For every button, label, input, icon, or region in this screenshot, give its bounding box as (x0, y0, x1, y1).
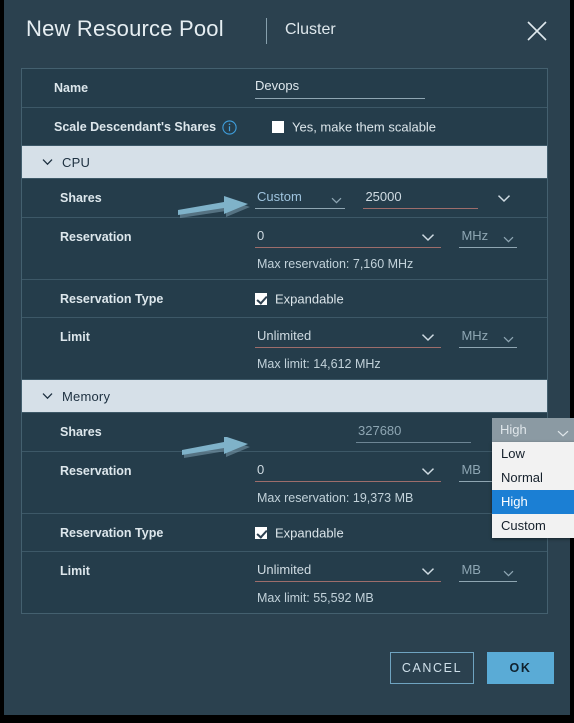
cpu-reservation-value: 0 (257, 228, 265, 243)
cpu-limit-unit-select[interactable]: MHz (459, 325, 518, 348)
row-memory-reservation: Reservation 0 MB Max reservation: 19,373… (22, 452, 547, 514)
chevron-down-icon[interactable] (421, 463, 435, 481)
title-divider (266, 18, 267, 44)
section-title-memory: Memory (62, 388, 111, 404)
memory-limit-unit: MB (461, 562, 481, 577)
dropdown-option-high[interactable]: High (492, 490, 574, 514)
cpu-reservation-hint: Max reservation: 7,160 MHz (257, 257, 414, 271)
memory-reservation-value: 0 (257, 462, 265, 477)
row-name: Name Devops (22, 69, 547, 108)
section-header-memory[interactable]: Memory (22, 380, 547, 413)
name-input-value: Devops (255, 78, 300, 93)
chevron-down-icon (557, 424, 569, 442)
chevron-down-icon[interactable] (421, 229, 435, 247)
info-icon[interactable] (222, 120, 237, 135)
cpu-limit-unit: MHz (461, 328, 489, 343)
memory-reservation-unit: MB (461, 462, 481, 477)
chevron-down-icon[interactable] (421, 563, 435, 581)
name-label: Name (54, 81, 89, 95)
memory-reservation-input[interactable]: 0 (255, 459, 441, 482)
cpu-limit-value: Unlimited (257, 328, 312, 343)
section-header-cpu[interactable]: CPU (22, 146, 547, 179)
cpu-shares-stepper-icon[interactable] (497, 190, 511, 208)
chevron-down-icon (42, 158, 53, 166)
cpu-reservation-unit-select[interactable]: MHz (459, 225, 518, 248)
row-cpu-shares: Shares Custom 25000 (22, 179, 547, 218)
chevron-down-icon (331, 191, 342, 209)
cpu-reservation-label: Reservation (60, 230, 132, 244)
row-scale-descendants-shares: Scale Descendant's Shares Yes, make them… (22, 108, 547, 146)
name-input[interactable]: Devops (255, 76, 425, 99)
memory-limit-label: Limit (60, 564, 90, 578)
scale-shares-checkbox[interactable] (272, 120, 284, 133)
close-icon[interactable] (524, 18, 550, 44)
section-title-cpu: CPU (62, 154, 91, 170)
chevron-down-icon (42, 392, 53, 400)
memory-limit-input[interactable]: Unlimited (255, 559, 441, 582)
memory-limit-value: Unlimited (257, 562, 312, 577)
dialog-footer: CANCEL OK (4, 652, 570, 696)
memory-expandable-checkbox[interactable] (255, 526, 267, 539)
dropdown-option-normal[interactable]: Normal (492, 466, 574, 490)
dropdown-option-low[interactable]: Low (492, 442, 574, 466)
memory-limit-unit-select[interactable]: MB (459, 559, 518, 582)
cpu-limit-label: Limit (60, 330, 90, 344)
row-cpu-limit: Limit Unlimited MHz Max limit: 14,612 MH… (22, 318, 547, 380)
page-title: New Resource Pool (26, 16, 224, 41)
dropdown-option-custom[interactable]: Custom (492, 514, 574, 538)
memory-reservation-label: Reservation (60, 464, 132, 478)
cpu-limit-input[interactable]: Unlimited (255, 325, 441, 348)
chevron-down-icon (503, 564, 514, 582)
cpu-shares-value: 25000 (365, 189, 402, 204)
memory-shares-dropdown-list[interactable]: Low Normal High Custom (492, 442, 574, 538)
memory-shares-select-value: High (500, 422, 527, 437)
dialog-subtitle: Cluster (285, 21, 336, 38)
dialog-titlebar: New Resource Pool Cluster (4, 0, 570, 62)
cpu-shares-value-input[interactable]: 25000 (363, 186, 479, 209)
cpu-shares-select-value: Custom (257, 189, 302, 204)
cancel-button[interactable]: CANCEL (390, 652, 474, 684)
cpu-shares-select[interactable]: Custom (255, 186, 345, 209)
row-memory-shares: Shares 327680 High Low Normal High Custo… (22, 413, 574, 538)
cpu-expandable-label: Expandable (275, 291, 344, 307)
memory-reservation-type-label: Reservation Type (60, 526, 164, 540)
resource-pool-form: Name Devops Scale Descendant's Shares Ye… (21, 68, 574, 614)
memory-shares-value-input[interactable]: 327680 (356, 420, 471, 443)
memory-shares-select[interactable]: High (492, 418, 574, 442)
scale-shares-label-wrap: Scale Descendant's Shares (22, 108, 272, 135)
row-memory-reservation-type: Reservation Type Expandable (22, 514, 547, 552)
cpu-reservation-type-label: Reservation Type (60, 292, 164, 306)
chevron-down-icon[interactable] (421, 329, 435, 347)
memory-shares-value: 327680 (358, 423, 402, 438)
dialog-window: New Resource Pool Cluster Name Devops Sc… (4, 0, 574, 715)
chevron-down-icon (503, 330, 514, 348)
cpu-shares-label: Shares (60, 191, 102, 205)
memory-shares-label: Shares (60, 425, 102, 439)
cpu-reservation-unit: MHz (461, 228, 489, 243)
cpu-limit-hint: Max limit: 14,612 MHz (257, 357, 381, 371)
row-cpu-reservation-type: Reservation Type Expandable (22, 280, 547, 318)
scale-shares-checkbox-label: Yes, make them scalable (292, 119, 437, 135)
cpu-reservation-input[interactable]: 0 (255, 225, 441, 248)
memory-expandable-label: Expandable (275, 525, 344, 541)
ok-button[interactable]: OK (487, 652, 554, 684)
row-memory-limit: Limit Unlimited MB Max limit: 55,592 MB (22, 552, 547, 613)
cpu-expandable-checkbox[interactable] (255, 292, 267, 305)
scale-shares-label: Scale Descendant's Shares (54, 120, 217, 134)
memory-limit-hint: Max limit: 55,592 MB (257, 591, 374, 605)
row-cpu-reservation: Reservation 0 MHz Max reservation: 7,160… (22, 218, 547, 280)
chevron-down-icon (503, 230, 514, 248)
